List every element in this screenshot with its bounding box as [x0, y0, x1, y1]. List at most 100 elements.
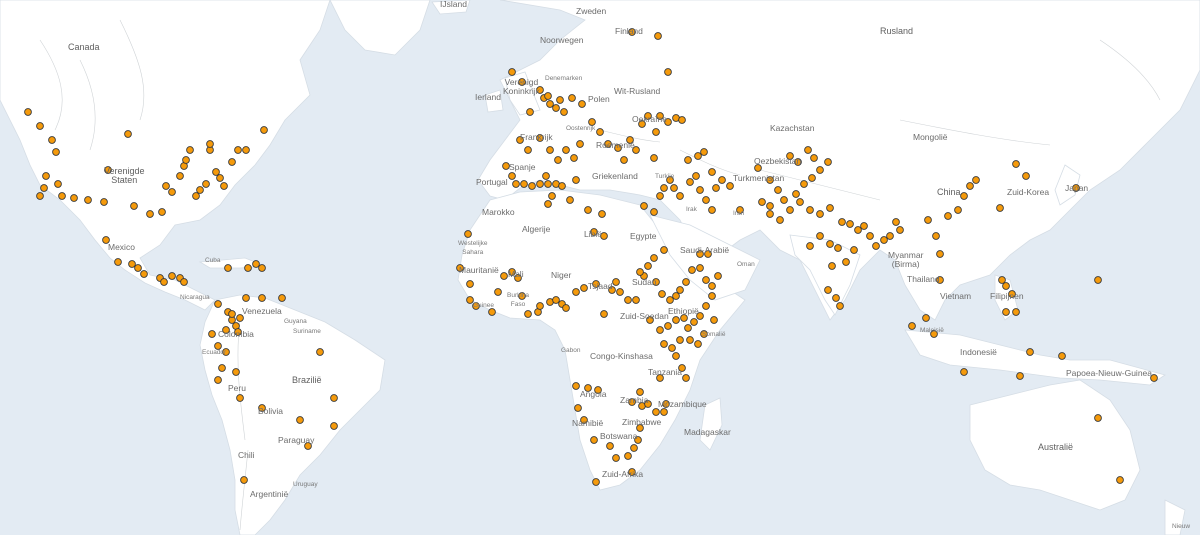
- map-marker[interactable]: [552, 104, 560, 112]
- map-marker[interactable]: [1094, 414, 1102, 422]
- map-marker[interactable]: [228, 310, 236, 318]
- map-marker[interactable]: [696, 264, 704, 272]
- map-marker[interactable]: [528, 182, 536, 190]
- map-marker[interactable]: [24, 108, 32, 116]
- map-marker[interactable]: [630, 444, 638, 452]
- map-marker[interactable]: [688, 266, 696, 274]
- map-marker[interactable]: [330, 422, 338, 430]
- map-marker[interactable]: [236, 394, 244, 402]
- map-marker[interactable]: [712, 184, 720, 192]
- map-marker[interactable]: [568, 94, 576, 102]
- map-marker[interactable]: [828, 262, 836, 270]
- map-marker[interactable]: [676, 336, 684, 344]
- map-marker[interactable]: [1002, 282, 1010, 290]
- map-marker[interactable]: [692, 172, 700, 180]
- map-marker[interactable]: [546, 146, 554, 154]
- map-marker[interactable]: [708, 168, 716, 176]
- map-marker[interactable]: [998, 276, 1006, 284]
- map-marker[interactable]: [606, 442, 614, 450]
- map-canvas[interactable]: [0, 0, 1200, 535]
- map-marker[interactable]: [54, 180, 62, 188]
- map-marker[interactable]: [678, 116, 686, 124]
- map-marker[interactable]: [960, 192, 968, 200]
- map-marker[interactable]: [616, 288, 624, 296]
- map-marker[interactable]: [666, 296, 674, 304]
- map-marker[interactable]: [656, 192, 664, 200]
- map-marker[interactable]: [654, 32, 662, 40]
- map-marker[interactable]: [650, 154, 658, 162]
- map-marker[interactable]: [1016, 372, 1024, 380]
- map-marker[interactable]: [954, 206, 962, 214]
- map-marker[interactable]: [652, 128, 660, 136]
- map-marker[interactable]: [218, 364, 226, 372]
- map-marker[interactable]: [686, 336, 694, 344]
- map-marker[interactable]: [572, 288, 580, 296]
- map-marker[interactable]: [1026, 348, 1034, 356]
- map-marker[interactable]: [686, 178, 694, 186]
- map-marker[interactable]: [196, 186, 204, 194]
- map-marker[interactable]: [636, 268, 644, 276]
- map-marker[interactable]: [1116, 476, 1124, 484]
- map-marker[interactable]: [766, 210, 774, 218]
- map-marker[interactable]: [570, 154, 578, 162]
- map-marker[interactable]: [668, 344, 676, 352]
- map-marker[interactable]: [694, 340, 702, 348]
- map-marker[interactable]: [524, 310, 532, 318]
- map-marker[interactable]: [972, 176, 980, 184]
- map-marker[interactable]: [612, 454, 620, 462]
- map-marker[interactable]: [796, 198, 804, 206]
- map-marker[interactable]: [234, 146, 242, 154]
- map-marker[interactable]: [508, 68, 516, 76]
- map-marker[interactable]: [562, 146, 570, 154]
- map-marker[interactable]: [672, 316, 680, 324]
- map-marker[interactable]: [1002, 308, 1010, 316]
- map-marker[interactable]: [836, 302, 844, 310]
- map-marker[interactable]: [182, 156, 190, 164]
- map-marker[interactable]: [824, 158, 832, 166]
- map-marker[interactable]: [842, 258, 850, 266]
- map-marker[interactable]: [922, 314, 930, 322]
- map-marker[interactable]: [660, 340, 668, 348]
- map-marker[interactable]: [160, 278, 168, 286]
- map-marker[interactable]: [816, 166, 824, 174]
- map-marker[interactable]: [776, 216, 784, 224]
- map-marker[interactable]: [512, 180, 520, 188]
- map-marker[interactable]: [574, 404, 582, 412]
- map-marker[interactable]: [124, 130, 132, 138]
- map-marker[interactable]: [684, 156, 692, 164]
- map-marker[interactable]: [180, 278, 188, 286]
- map-marker[interactable]: [572, 176, 580, 184]
- map-marker[interactable]: [800, 180, 808, 188]
- map-marker[interactable]: [644, 262, 652, 270]
- map-marker[interactable]: [660, 184, 668, 192]
- map-marker[interactable]: [208, 330, 216, 338]
- map-marker[interactable]: [84, 196, 92, 204]
- map-marker[interactable]: [598, 210, 606, 218]
- map-marker[interactable]: [58, 192, 66, 200]
- map-marker[interactable]: [466, 280, 474, 288]
- map-marker[interactable]: [316, 348, 324, 356]
- map-marker[interactable]: [694, 152, 702, 160]
- map-marker[interactable]: [548, 192, 556, 200]
- map-marker[interactable]: [330, 394, 338, 402]
- map-marker[interactable]: [664, 322, 672, 330]
- map-marker[interactable]: [168, 272, 176, 280]
- map-marker[interactable]: [590, 436, 598, 444]
- map-marker[interactable]: [682, 374, 690, 382]
- map-marker[interactable]: [520, 180, 528, 188]
- map-marker[interactable]: [1022, 172, 1030, 180]
- map-marker[interactable]: [650, 254, 658, 262]
- map-marker[interactable]: [494, 288, 502, 296]
- map-marker[interactable]: [592, 478, 600, 486]
- map-marker[interactable]: [114, 258, 122, 266]
- map-marker[interactable]: [714, 272, 722, 280]
- map-marker[interactable]: [846, 220, 854, 228]
- map-marker[interactable]: [612, 278, 620, 286]
- map-marker[interactable]: [650, 208, 658, 216]
- map-marker[interactable]: [186, 146, 194, 154]
- map-marker[interactable]: [536, 302, 544, 310]
- map-marker[interactable]: [258, 264, 266, 272]
- map-marker[interactable]: [860, 222, 868, 230]
- map-marker[interactable]: [672, 352, 680, 360]
- map-marker[interactable]: [600, 310, 608, 318]
